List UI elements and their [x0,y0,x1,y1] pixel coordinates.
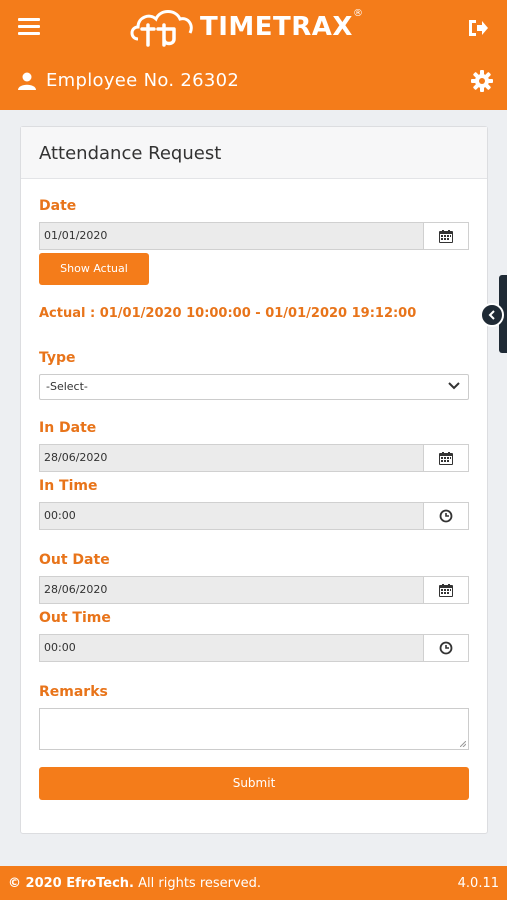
remarks-textarea[interactable] [39,708,469,750]
gear-icon[interactable] [471,70,493,92]
show-actual-button[interactable]: Show Actual [39,253,149,285]
app-version: 4.0.11 [457,876,499,891]
date-input-group: 01/01/2020 [39,222,469,250]
remarks-label: Remarks [39,684,108,700]
out-time-clock-button[interactable] [423,634,469,662]
user-icon [18,72,36,90]
in-date-calendar-button[interactable] [423,444,469,472]
app-header: TIMETRAX ® Employee No. 26302 [0,0,507,110]
out-time-input-group: 00:00 [39,634,469,662]
type-selected-value: -Select- [46,380,88,393]
date-field[interactable]: 01/01/2020 [39,222,423,250]
type-label: Type [39,350,76,366]
employee-row: Employee No. 26302 [18,70,239,91]
out-time-label: Out Time [39,610,111,626]
employee-number: Employee No. 26302 [46,70,240,91]
in-date-label: In Date [39,420,97,436]
out-time-field[interactable]: 00:00 [39,634,423,662]
card-title: Attendance Request [39,143,222,164]
side-panel-toggle[interactable] [480,303,504,327]
date-label: Date [39,198,77,214]
in-time-clock-button[interactable] [423,502,469,530]
registered-mark: ® [352,8,363,19]
out-date-input-group: 28/06/2020 [39,576,469,604]
brand-name: TIMETRAX [200,12,353,42]
logout-icon[interactable] [467,18,489,38]
date-calendar-button[interactable] [423,222,469,250]
rights-text: All rights reserved. [133,876,262,891]
clock-icon [439,509,453,523]
copyright-prefix: © 2020 [8,876,67,891]
card-header: Attendance Request [21,127,487,179]
out-date-label: Out Date [39,552,110,568]
logo-icon [130,10,193,47]
out-date-calendar-button[interactable] [423,576,469,604]
submit-button[interactable]: Submit [39,767,469,800]
calendar-icon [439,451,453,465]
in-date-input-group: 28/06/2020 [39,444,469,472]
chevron-left-icon [488,310,495,320]
out-date-field[interactable]: 28/06/2020 [39,576,423,604]
app-footer: © 2020 EfroTech. All rights reserved. 4.… [0,866,507,900]
in-time-field[interactable]: 00:00 [39,502,423,530]
actual-time-text: Actual : 01/01/2020 10:00:00 - 01/01/202… [39,306,417,321]
app-logo: TIMETRAX ® [128,4,363,50]
copyright-text: © 2020 EfroTech. All rights reserved. [8,876,261,891]
calendar-icon [439,583,453,597]
clock-icon [439,641,453,655]
menu-icon[interactable] [18,18,40,36]
in-date-field[interactable]: 28/06/2020 [39,444,423,472]
chevron-down-icon [448,382,460,390]
calendar-icon [439,229,453,243]
type-select[interactable]: -Select- [39,374,469,400]
resize-handle-icon[interactable] [460,741,466,747]
in-time-input-group: 00:00 [39,502,469,530]
attendance-request-card: Attendance Request Date 01/01/2020 Show … [20,126,488,834]
company-name: EfroTech. [66,876,134,891]
in-time-label: In Time [39,478,98,494]
